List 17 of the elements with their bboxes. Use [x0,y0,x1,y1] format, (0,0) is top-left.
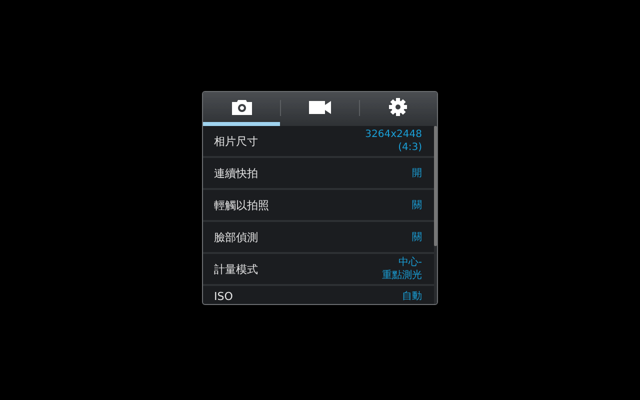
setting-row[interactable]: ISO 自動 [203,286,434,304]
setting-label: 計量模式 [214,262,258,276]
setting-label: 連續快拍 [214,166,258,180]
setting-value: 關 [412,230,422,244]
camera-icon [232,100,252,114]
setting-value: 關 [412,198,422,212]
setting-value: 自動 [402,290,422,303]
setting-label: ISO [214,290,233,304]
setting-value: 中心- 重點測光 [382,256,422,282]
setting-label: 輕觸以拍照 [214,198,269,212]
setting-label: 相片尺寸 [214,134,258,148]
setting-value: 3264x2448 (4:3) [365,128,422,154]
video-camera-icon [308,100,331,114]
scrollbar-thumb[interactable] [434,126,437,246]
setting-value: 開 [412,166,422,180]
settings-icon [389,98,408,116]
setting-label: 臉部偵測 [214,230,258,244]
